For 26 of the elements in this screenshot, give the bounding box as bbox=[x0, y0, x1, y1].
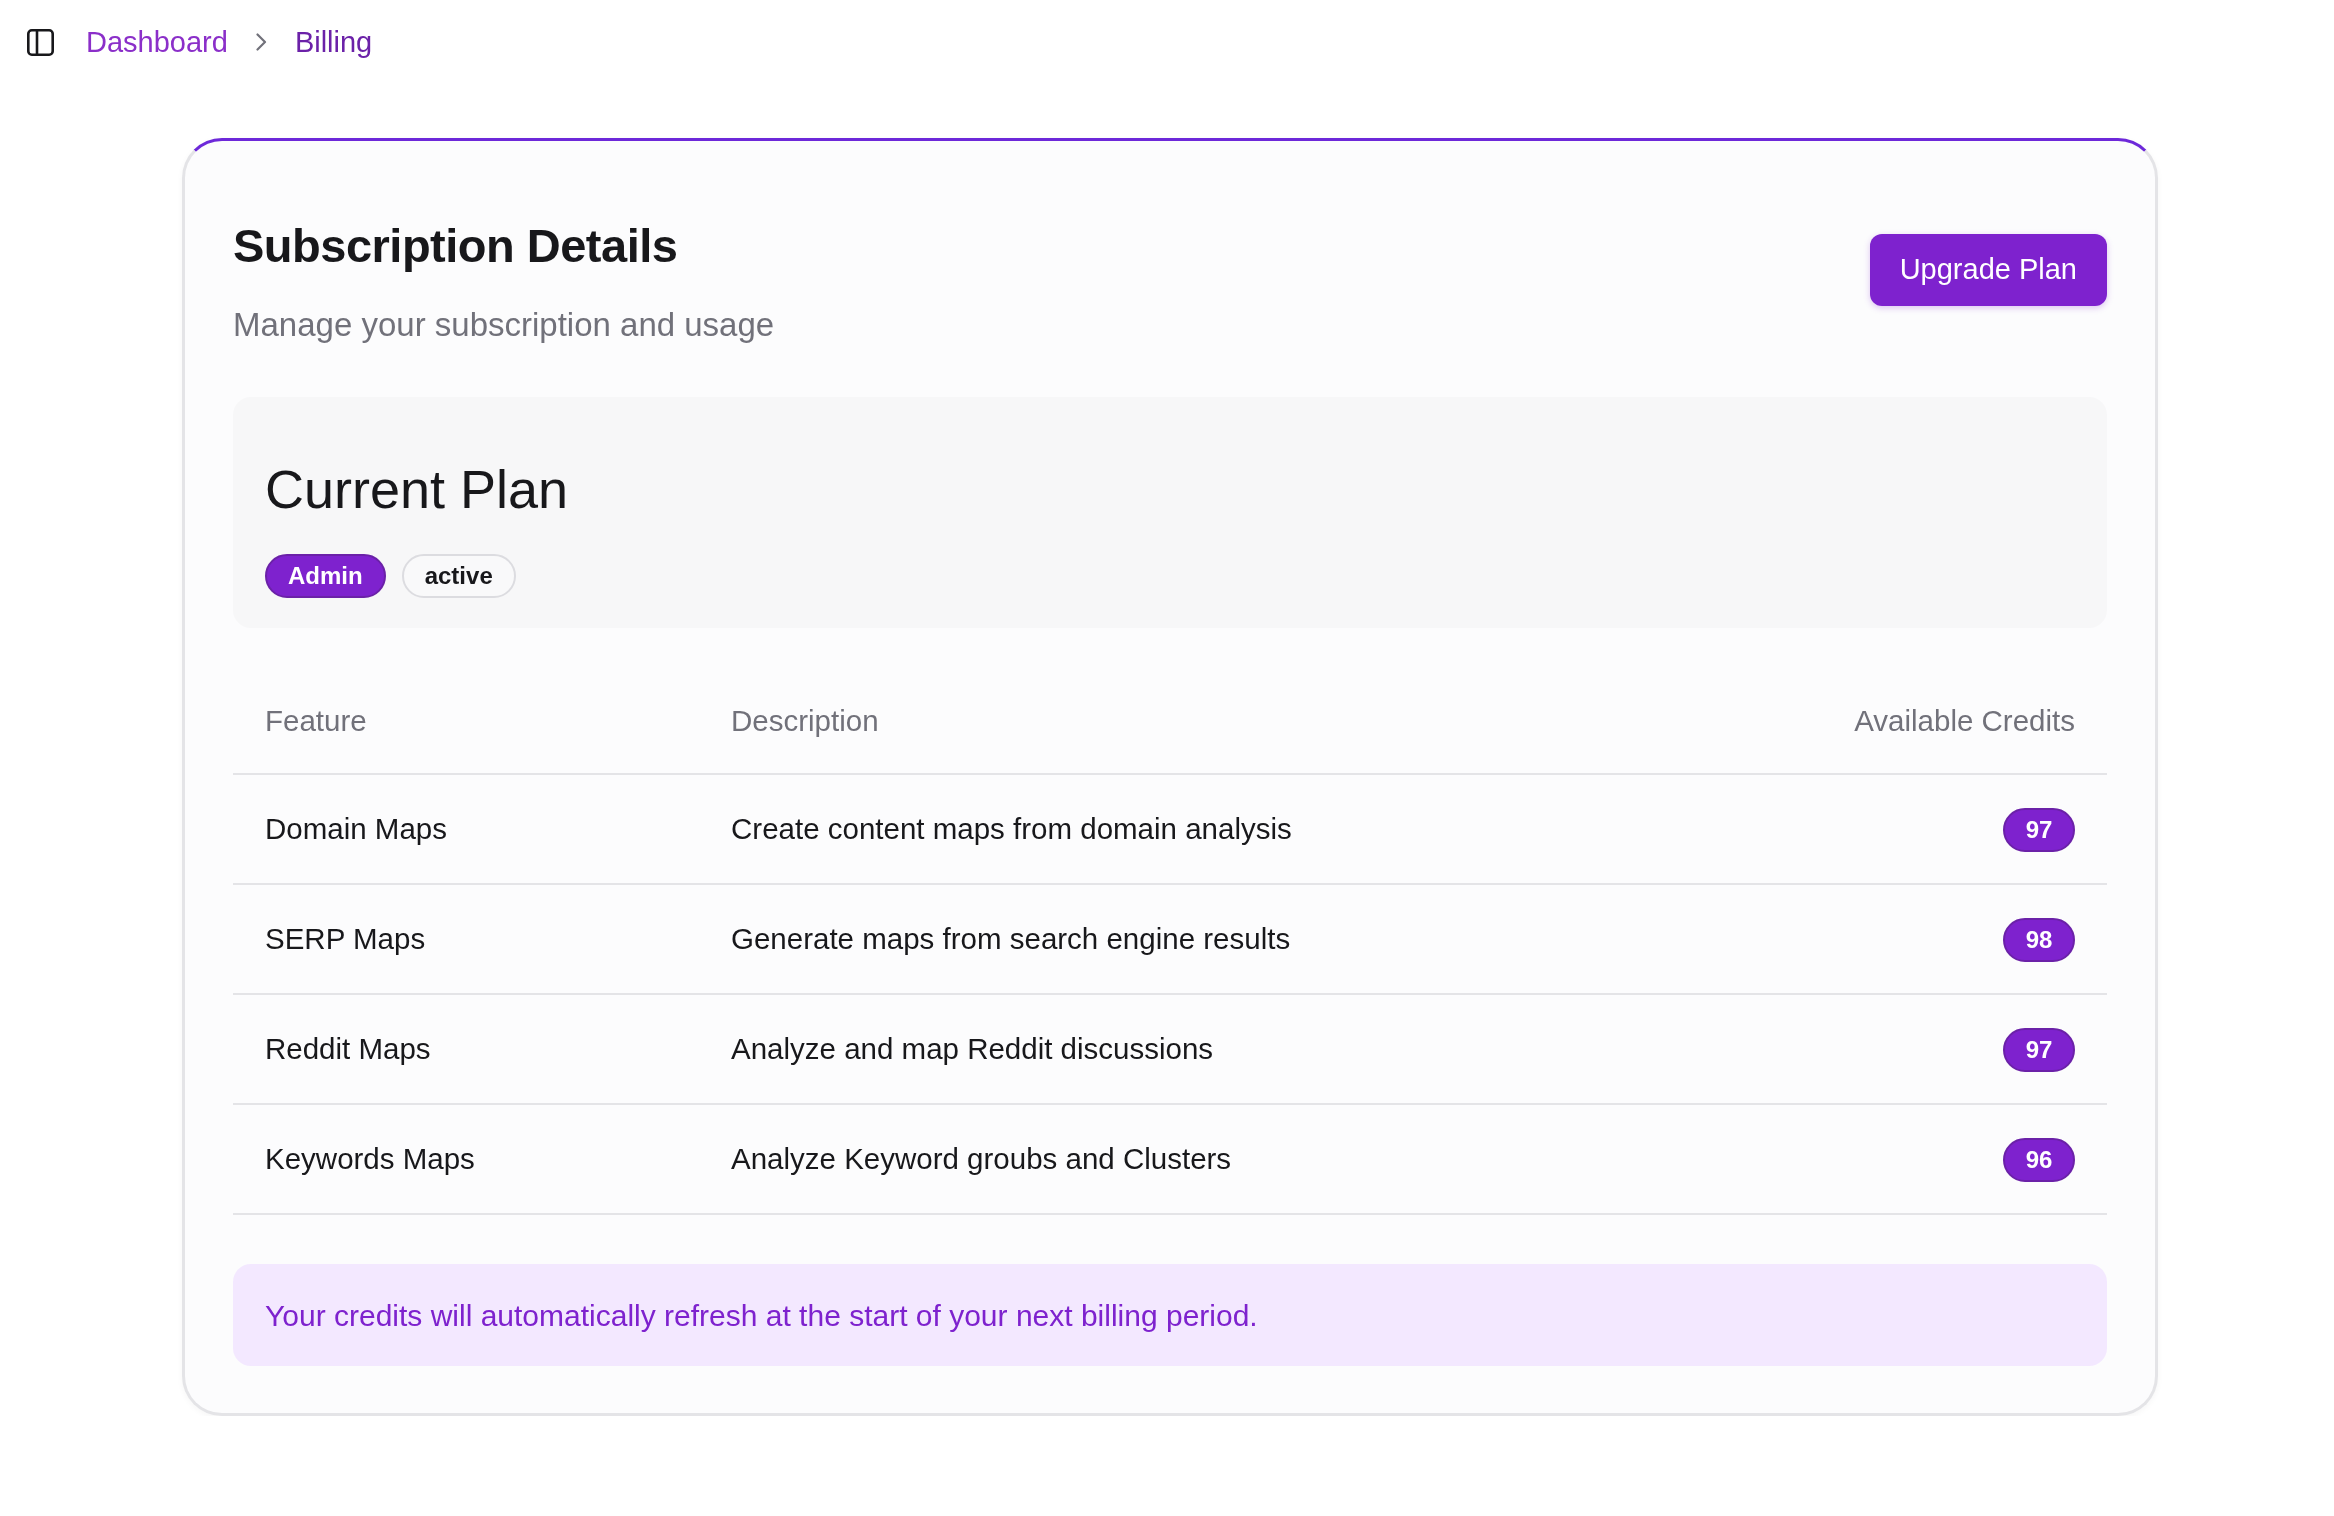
feature-name: Reddit Maps bbox=[233, 994, 699, 1104]
upgrade-plan-button[interactable]: Upgrade Plan bbox=[1869, 234, 2107, 306]
breadcrumb-link[interactable]: Dashboard bbox=[86, 24, 228, 60]
column-header: Description bbox=[699, 670, 1667, 774]
credits-badge: 97 bbox=[2003, 1028, 2075, 1072]
feature-description: Create content maps from domain analysis bbox=[699, 774, 1667, 884]
feature-name: SERP Maps bbox=[233, 884, 699, 994]
plan-title: Current Plan bbox=[265, 458, 570, 521]
page-subtitle: Manage your subscription and usage bbox=[233, 305, 775, 345]
feature-description: Generate maps from search engine results bbox=[699, 884, 1667, 994]
feature-description: Analyze and map Reddit discussions bbox=[699, 994, 1667, 1104]
feature-name: Keywords Maps bbox=[233, 1104, 699, 1214]
page-title: Subscription Details bbox=[233, 218, 679, 273]
feature-description: Analyze Keyword groubs and Clusters bbox=[699, 1104, 1667, 1214]
credits-badge: 98 bbox=[2003, 918, 2075, 962]
breadcrumb-link[interactable]: Billing bbox=[294, 24, 373, 60]
credits-badge: 97 bbox=[2003, 808, 2075, 852]
feature-name: Domain Maps bbox=[233, 774, 699, 884]
credits-notice: Your credits will automatically refresh at the start of your next billing period. bbox=[233, 1264, 2107, 1366]
credits-badge: 96 bbox=[2003, 1138, 2075, 1182]
chevron-right-icon bbox=[255, 33, 267, 51]
column-header: Feature bbox=[233, 670, 699, 774]
column-header: Available Credits bbox=[1666, 670, 2107, 774]
sidebar-toggle-icon[interactable] bbox=[27, 28, 54, 56]
status-badge: active bbox=[401, 554, 516, 598]
role-badge: Admin bbox=[265, 554, 386, 598]
